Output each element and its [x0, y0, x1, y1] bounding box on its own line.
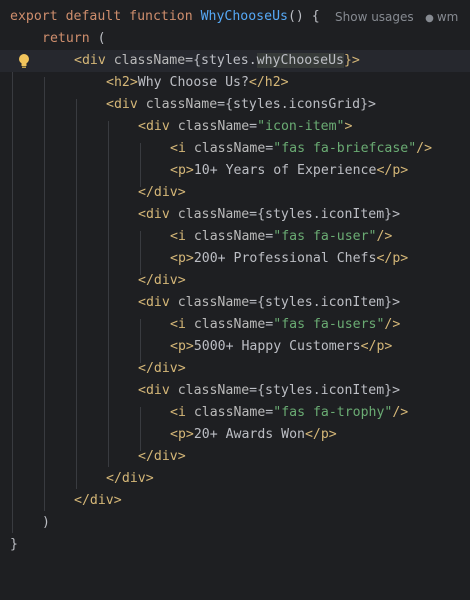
code-line-current[interactable]: <div className={styles.whyChooseUs}> [0, 50, 470, 72]
code-line[interactable]: </div> [0, 446, 470, 468]
function-signature-tail: () { [287, 9, 320, 24]
user-icon: ● [425, 13, 434, 24]
code-line[interactable]: </div> [0, 358, 470, 380]
code-line[interactable]: return ( [0, 28, 470, 50]
keyword-function: function [129, 9, 193, 24]
lightbulb-icon[interactable] [17, 53, 31, 69]
code-line[interactable]: <p>10+ Years of Experience</p> [0, 160, 470, 182]
code-line[interactable]: <p>200+ Professional Chefs</p> [0, 248, 470, 270]
code-line[interactable]: </div> [0, 490, 470, 512]
code-line[interactable]: ) [0, 512, 470, 534]
show-usages-link[interactable]: Show usages [335, 10, 414, 24]
code-line[interactable]: <i className="fas fa-user"/> [0, 226, 470, 248]
code-line[interactable]: <div className={styles.iconsGrid}> [0, 94, 470, 116]
code-line[interactable]: </div> [0, 182, 470, 204]
code-line[interactable]: </div> [0, 468, 470, 490]
inlay-hints[interactable]: Show usages ● wm [335, 6, 458, 30]
code-line[interactable]: <div className={styles.iconItem}> [0, 204, 470, 226]
keyword-return: return [42, 31, 90, 46]
author-hint[interactable]: wm [437, 10, 459, 24]
code-line[interactable]: } [0, 534, 470, 556]
highlighted-identifier: whyChooseUs [256, 53, 344, 68]
code-line[interactable]: <i className="fas fa-briefcase"/> [0, 138, 470, 160]
code-line[interactable]: <i className="fas fa-users"/> [0, 314, 470, 336]
keyword-default: default [65, 9, 122, 24]
code-line[interactable]: </div> [0, 270, 470, 292]
code-line[interactable]: export default function WhyChooseUs() { … [0, 6, 470, 28]
code-line[interactable]: <div className={styles.iconItem}> [0, 380, 470, 402]
keyword-export: export [10, 9, 58, 24]
function-name[interactable]: WhyChooseUs [201, 9, 288, 24]
code-line[interactable]: <div className={styles.iconItem}> [0, 292, 470, 314]
code-line[interactable]: <div className="icon-item"> [0, 116, 470, 138]
code-editor[interactable]: export default function WhyChooseUs() { … [0, 0, 470, 557]
code-line[interactable]: <i className="fas fa-trophy"/> [0, 402, 470, 424]
code-line[interactable]: <p>5000+ Happy Customers</p> [0, 336, 470, 358]
code-line[interactable]: <h2>Why Choose Us?</h2> [0, 72, 470, 94]
code-line[interactable]: <p>20+ Awards Won</p> [0, 424, 470, 446]
